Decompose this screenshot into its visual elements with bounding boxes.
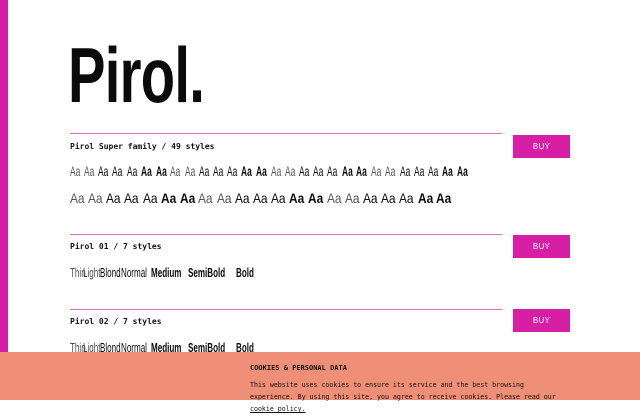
weight-sample: SemiBold: [187, 265, 225, 280]
weight-sample: Medium: [150, 265, 182, 280]
weight-sample: Light: [83, 265, 101, 280]
type-sample: Aa: [289, 190, 305, 206]
type-sample: Aa: [427, 163, 439, 179]
type-sample: Aa: [327, 163, 338, 179]
type-sample: Aa: [84, 163, 95, 179]
buy-button[interactable]: BUY: [513, 135, 570, 158]
type-sample: Aa: [345, 190, 360, 206]
type-sample: Aa: [198, 190, 213, 206]
type-sample: Aa: [112, 163, 123, 179]
section-divider: [70, 234, 502, 235]
family-label: Pirol 02 / 7 styles: [70, 317, 162, 326]
type-sample: Aa: [313, 163, 324, 179]
type-sample: Aa: [456, 163, 468, 179]
type-sample: Aa: [399, 163, 410, 179]
type-sample: Aa: [285, 163, 296, 179]
type-sample: Aa: [179, 190, 195, 206]
type-sample: Aa: [270, 190, 286, 206]
weight-samples: ThinLightBlondNormal Medium SemiBold Bold: [70, 264, 254, 282]
type-sample: Aa: [441, 163, 453, 179]
cookie-policy-link[interactable]: cookie policy.: [250, 405, 306, 413]
cookie-text: This website uses cookies to ensure its …: [250, 379, 570, 415]
type-sample: Aa: [255, 163, 267, 179]
type-sample: Aa: [252, 190, 268, 206]
type-sample: Aa: [70, 190, 85, 206]
type-sample: Aa: [307, 190, 324, 206]
site-logo[interactable]: Pirol.: [68, 30, 205, 120]
type-sample: Aa: [184, 163, 195, 179]
family-label: Pirol 01 / 7 styles: [70, 242, 162, 251]
type-sample: Aa: [140, 163, 152, 179]
type-sample: Aa: [413, 163, 424, 179]
type-sample: Aa: [170, 163, 181, 179]
type-sample: Aa: [371, 163, 382, 179]
type-sample: Aa: [212, 163, 224, 179]
section-divider: [70, 133, 502, 134]
type-sample: Aa: [241, 163, 252, 179]
type-sample: Aa: [106, 190, 121, 206]
type-sample: Aa: [381, 190, 396, 206]
type-sample: Aa: [436, 190, 452, 206]
type-sample: Aa: [270, 163, 282, 179]
section-divider: [70, 309, 502, 310]
type-sample: Aa: [226, 163, 238, 179]
type-sample: Aa: [155, 163, 167, 179]
cookie-message: This website uses cookies to ensure its …: [250, 381, 556, 401]
buy-button[interactable]: BUY: [513, 235, 570, 258]
sample-row-1: Aa Aa Aa Aa Aa Aa Aa Aa Aa Aa Aa Aa Aa Aa Aa Aa Aa Aa Aa Aa…: [70, 163, 472, 181]
type-sample: Aa: [399, 190, 414, 206]
type-sample: Aa: [98, 163, 109, 179]
type-sample: Aa: [160, 190, 176, 206]
type-sample: Aa: [356, 163, 368, 179]
type-sample: Aa: [326, 190, 342, 206]
left-accent-bar: [0, 0, 8, 400]
type-sample: Aa: [299, 163, 310, 179]
cookie-title: COOKIES & PERSONAL DATA: [250, 364, 347, 372]
type-sample: Aa: [88, 190, 103, 206]
weight-sample: Bold: [235, 265, 254, 280]
type-sample: Aa: [385, 163, 396, 179]
type-sample: Aa: [70, 163, 81, 179]
weight-sample: Normal: [120, 265, 147, 280]
weight-sample: Blond: [99, 265, 121, 280]
sample-row-2: Aa Aa Aa Aa Aa Aa Aa Aa Aa Aa Aa Aa Aa Aa Aa Aa Aa Aa Aa Aa…: [70, 190, 455, 208]
type-sample: Aa: [417, 190, 433, 206]
cookie-banner: COOKIES & PERSONAL DATA This website use…: [0, 352, 640, 413]
type-sample: Aa: [142, 190, 158, 206]
family-label: Pirol Super family / 49 styles: [70, 142, 215, 151]
type-sample: Aa: [341, 163, 353, 179]
type-sample: Aa: [216, 190, 232, 206]
type-sample: Aa: [124, 190, 139, 206]
type-sample: Aa: [363, 190, 378, 206]
type-sample: Aa: [234, 190, 250, 206]
type-sample: Aa: [126, 163, 137, 179]
type-sample: Aa: [198, 163, 209, 179]
buy-button[interactable]: BUY: [513, 309, 570, 332]
